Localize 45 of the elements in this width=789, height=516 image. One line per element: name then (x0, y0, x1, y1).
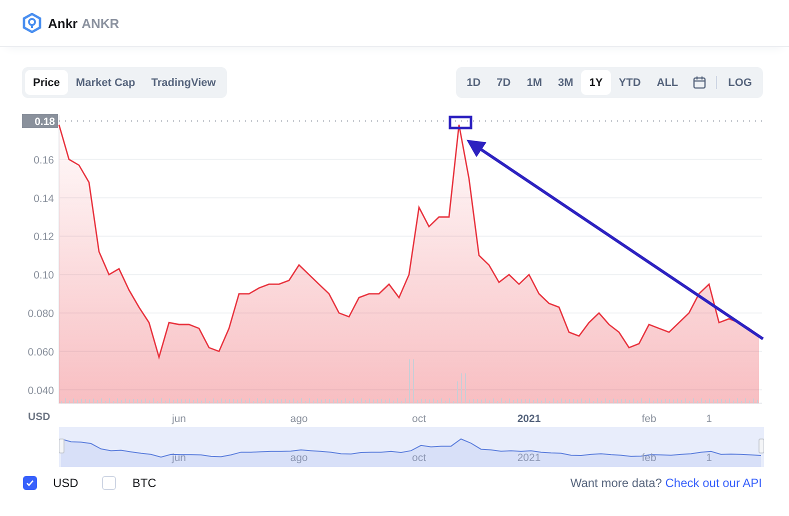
range-tab[interactable]: 1D (458, 70, 489, 95)
calendar-icon (693, 76, 706, 89)
range-tab[interactable]: YTD (610, 70, 649, 95)
x-axis-label: ago (290, 413, 308, 425)
x-axis-label: 1 (706, 413, 712, 425)
navigator-label: 1 (706, 452, 712, 464)
navigator-label: oct (412, 452, 426, 464)
navigator-label: ago (290, 452, 308, 464)
price-tag-background (22, 114, 58, 128)
navigator-label: feb (642, 452, 656, 464)
api-link[interactable]: Check out our API (665, 476, 762, 490)
y-axis-label: 0.12 (34, 231, 54, 244)
y-axis-label: 0.040 (28, 384, 54, 397)
navigator-label: jun (172, 452, 186, 464)
logo-icon (22, 13, 42, 33)
range-tab[interactable]: ALL (648, 70, 686, 95)
x-axis-label: feb (642, 413, 656, 425)
api-promo-text: Want more data? Check out our API (570, 476, 762, 490)
navigator-handle[interactable] (758, 438, 764, 454)
chart-tab[interactable]: Market Cap (68, 70, 144, 95)
range-tab[interactable]: 1Y (581, 70, 611, 95)
coin-symbol: ANKR (82, 16, 120, 30)
range-tab[interactable]: 1M (518, 70, 550, 95)
y-axis-label: 0.060 (28, 346, 54, 358)
check-icon (25, 478, 35, 488)
range-tab[interactable]: 3M (550, 70, 582, 95)
y-axis-label: 0.080 (28, 308, 54, 320)
axis-unit: USD (28, 411, 50, 423)
navigator-label: 2021 (517, 452, 541, 464)
currency-label: BTC (132, 476, 156, 490)
navigator-handle[interactable] (59, 438, 64, 454)
y-axis-label: 0.16 (34, 154, 54, 166)
x-axis-label: 2021 (517, 413, 541, 425)
range-tab[interactable]: 7D (488, 70, 519, 95)
x-axis-label: jun (172, 413, 186, 425)
coin-name: Ankr (48, 16, 78, 30)
currency-label: USD (53, 476, 78, 490)
log-button[interactable]: LOG (720, 70, 760, 95)
chart-tab[interactable]: TradingView (143, 70, 224, 95)
price-tag: 0.18 (34, 116, 55, 128)
y-axis-label: 0.10 (34, 270, 54, 282)
chart-tab[interactable]: Price (25, 70, 68, 95)
x-axis-label: oct (412, 413, 426, 425)
checkbox[interactable] (23, 476, 37, 490)
y-axis-label: 0.14 (34, 192, 54, 205)
